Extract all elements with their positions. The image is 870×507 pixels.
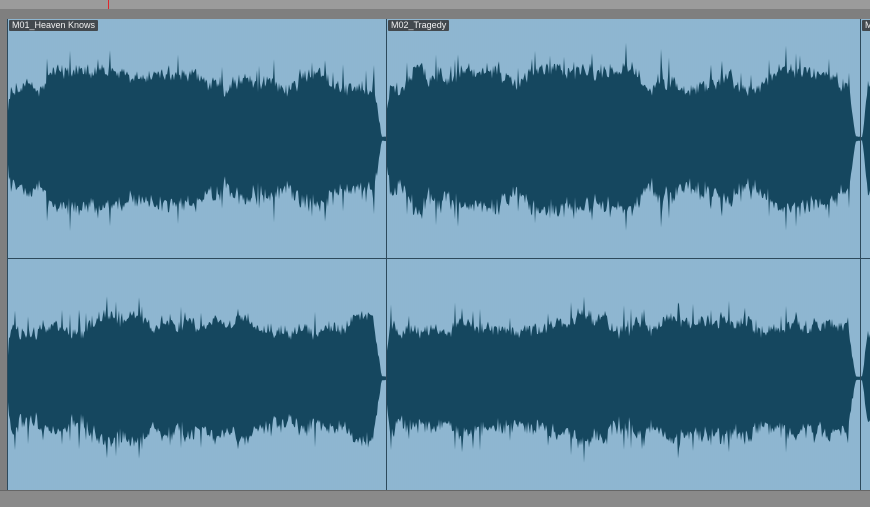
clip-name-label: M01_Heaven Knows <box>9 20 99 31</box>
waveform-channel-right <box>861 330 870 422</box>
clip-waveform <box>387 19 860 498</box>
clip-name-label: M02_Tragedy <box>388 20 450 31</box>
clip-waveform <box>8 19 386 498</box>
clip-name-label: M0 <box>862 20 870 31</box>
waveform-channel-left <box>861 80 870 196</box>
audio-clip-m01[interactable]: M01_Heaven Knows <box>7 19 387 498</box>
waveform-channel-left <box>8 50 386 232</box>
audio-clip-m02[interactable]: M02_Tragedy <box>386 19 861 498</box>
clip-waveform <box>861 19 870 498</box>
audio-track-lane[interactable]: M01_Heaven Knows M02_Tragedy M0 <box>0 9 870 498</box>
waveform-channel-left <box>387 42 860 231</box>
next-track-lane[interactable] <box>0 490 870 507</box>
audio-clip-m03[interactable]: M0 <box>860 19 870 498</box>
playhead-marker[interactable] <box>108 0 109 9</box>
